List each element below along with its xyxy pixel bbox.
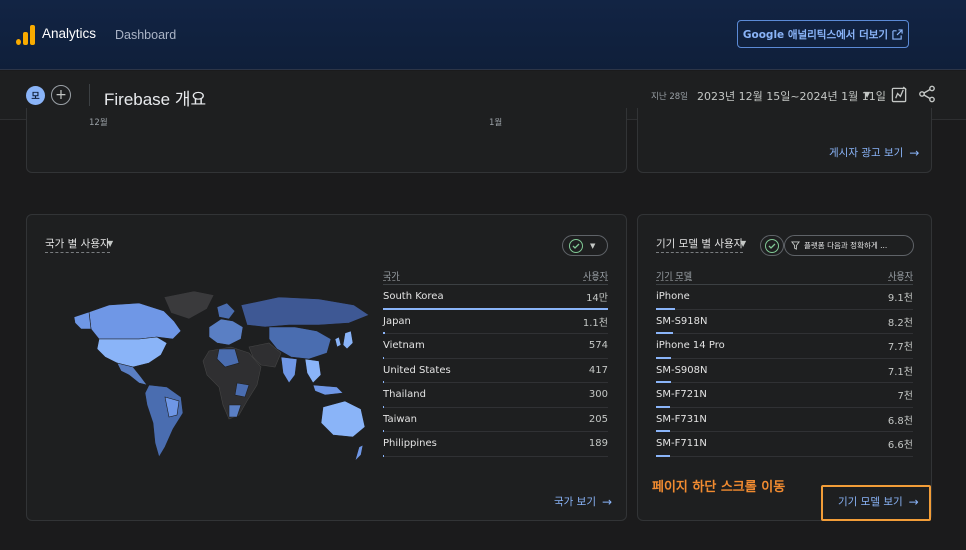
row-label: Taiwan — [383, 413, 418, 425]
device-card-title[interactable]: 기기 모델 별 사용자 — [656, 236, 744, 253]
table-row[interactable]: SM-S908N 7.1천 — [656, 359, 913, 383]
divider — [89, 84, 90, 106]
row-label: Thailand — [383, 389, 426, 401]
add-comparison-button[interactable]: + — [51, 85, 71, 105]
analytics-logo-icon[interactable] — [16, 25, 36, 45]
table-row[interactable]: iPhone 14 Pro 7.7천 — [656, 334, 913, 359]
x-axis-tick: 12월 — [89, 118, 108, 128]
row-value: 1.1천 — [582, 317, 608, 329]
table-row[interactable]: iPhone 9.1천 — [656, 285, 913, 310]
table-row[interactable]: Thailand 300 — [383, 383, 608, 408]
share-bar — [383, 454, 384, 457]
chevron-down-icon: ▼ — [590, 241, 596, 250]
row-label: SM-S918N — [656, 315, 708, 327]
open-google-analytics-label: Google 애널리틱스에서 더보기 — [742, 28, 889, 41]
view-countries-link[interactable]: 국가 보기 → — [554, 494, 612, 509]
table-row[interactable]: SM-F711N 6.6천 — [656, 432, 913, 457]
table-header: 국가 사용자 — [383, 269, 608, 285]
view-publisher-ads-label: 게시자 광고 보기 — [829, 147, 904, 159]
platform-filter-label: 플랫폼 다음과 정확하게 ... — [804, 241, 888, 250]
table-row[interactable]: South Korea 14만 — [383, 285, 608, 310]
row-value: 6.6천 — [887, 440, 913, 452]
platform-filter-pill[interactable] — [760, 235, 784, 256]
chevron-down-icon[interactable]: ▼ — [107, 239, 113, 248]
row-label: iPhone 14 Pro — [656, 340, 725, 352]
row-value: 417 — [588, 364, 608, 376]
row-label: SM-F721N — [656, 389, 707, 401]
column-header-model[interactable]: 기기 모델 — [656, 269, 692, 282]
open-google-analytics-button[interactable]: Google 애널리틱스에서 더보기 — [737, 20, 909, 48]
check-circle-icon — [765, 238, 779, 253]
row-value: 7.7천 — [887, 342, 913, 354]
row-value: 14만 — [586, 293, 608, 305]
row-label: Vietnam — [383, 340, 425, 352]
row-value: 7.1천 — [887, 366, 913, 378]
users-trend-card: 12월 1월 — [26, 108, 627, 173]
arrow-right-icon: → — [601, 494, 613, 509]
comparison-chip[interactable]: 모 — [26, 86, 45, 105]
row-label: SM-F731N — [656, 413, 707, 425]
chevron-down-icon[interactable]: ▼ — [740, 239, 746, 248]
view-countries-label: 국가 보기 — [554, 496, 596, 508]
row-value: 189 — [588, 438, 608, 450]
platform-filter-chip[interactable]: 플랫폼 다음과 정확하게 ... — [784, 235, 914, 256]
country-table: 국가 사용자 South Korea 14만 Japan 1.1천 Vietnam 574… — [383, 269, 608, 457]
table-row[interactable]: United States 417 — [383, 359, 608, 383]
chevron-down-icon[interactable]: ▼ — [864, 90, 870, 99]
table-row[interactable]: SM-F721N 7천 — [656, 383, 913, 408]
device-model-card: 기기 모델 별 사용자 ▼ 플랫폼 다음과 정확하게 ... 기기 모델 사용자… — [637, 214, 932, 521]
publisher-ads-card: 게시자 광고 보기 → — [637, 108, 932, 173]
date-range-picker[interactable]: 2023년 12월 15일~2024년 1월 11일 — [697, 88, 886, 104]
table-row[interactable]: Philippines 189 — [383, 432, 608, 457]
row-value: 9.1천 — [887, 293, 913, 305]
table-row[interactable]: Taiwan 205 — [383, 408, 608, 432]
row-label: South Korea — [383, 291, 444, 303]
share-icon[interactable] — [918, 85, 936, 103]
app-name: Analytics — [42, 26, 97, 41]
column-header-country[interactable]: 국가 — [383, 269, 400, 282]
row-value: 574 — [588, 340, 608, 352]
row-value: 6.8천 — [887, 415, 913, 427]
x-axis-tick: 1월 — [489, 118, 503, 128]
plus-icon: + — [55, 87, 67, 103]
row-value: 8.2천 — [887, 317, 913, 329]
row-label: iPhone — [656, 291, 690, 303]
table-header: 기기 모델 사용자 — [656, 269, 913, 285]
app-subtitle: Dashboard — [115, 28, 177, 42]
row-label: United States — [383, 364, 451, 376]
world-map[interactable] — [69, 287, 374, 462]
row-value: 205 — [588, 413, 608, 425]
page-title: Firebase 개요 — [104, 90, 207, 109]
app-header: Analytics Dashboard Google 애널리틱스에서 더보기 — [0, 0, 966, 70]
share-bar — [656, 454, 670, 457]
filter-icon — [791, 241, 800, 250]
column-header-users[interactable]: 사용자 — [888, 269, 913, 282]
row-label: SM-F711N — [656, 438, 707, 450]
check-circle-icon — [569, 238, 583, 253]
row-label: SM-S908N — [656, 364, 708, 376]
row-value: 7천 — [897, 391, 913, 403]
view-publisher-ads-link[interactable]: 게시자 광고 보기 → — [829, 145, 919, 160]
country-filter-pill[interactable]: ▼ — [562, 235, 608, 256]
row-label: Japan — [383, 315, 411, 327]
country-card-title[interactable]: 국가 별 사용자 — [45, 236, 110, 253]
column-header-users[interactable]: 사용자 — [583, 269, 608, 282]
scroll-notice-annotation: 페이지 하단 스크롤 이동 — [652, 480, 786, 495]
highlight-box — [821, 485, 931, 521]
table-row[interactable]: Japan 1.1천 — [383, 310, 608, 334]
edit-chart-icon[interactable] — [891, 86, 908, 103]
table-row[interactable]: Vietnam 574 — [383, 334, 608, 359]
table-row[interactable]: SM-F731N 6.8천 — [656, 408, 913, 432]
table-row[interactable]: SM-S918N 8.2천 — [656, 310, 913, 334]
open-in-new-icon — [892, 28, 903, 40]
country-users-card: 국가 별 사용자 ▼ ▼ 국가 사용자 South Korea 14만 Japa… — [26, 214, 627, 521]
row-value: 300 — [588, 389, 608, 401]
date-range-label: 지난 28일 — [651, 92, 688, 102]
arrow-right-icon: → — [909, 145, 920, 160]
device-table: 기기 모델 사용자 iPhone 9.1천 SM-S918N 8.2천 iPhone 1… — [656, 269, 913, 457]
row-label: Philippines — [383, 438, 437, 450]
